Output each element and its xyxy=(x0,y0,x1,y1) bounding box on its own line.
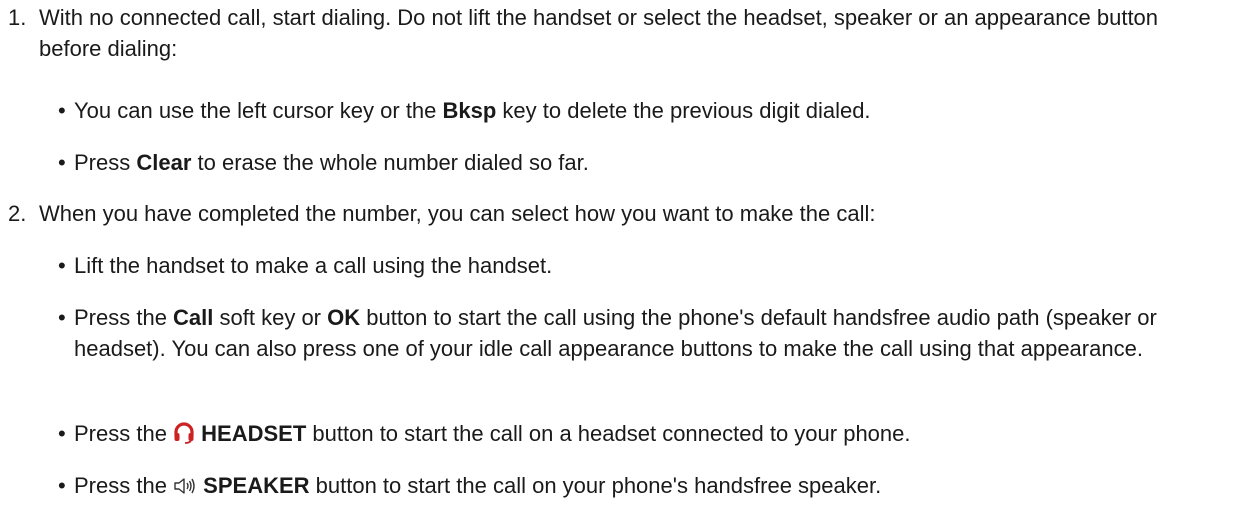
key-name-speaker: SPEAKER xyxy=(203,473,310,498)
bullet-dot: • xyxy=(58,305,66,330)
bullet-dot: • xyxy=(58,253,66,278)
bullet-lift-handset: • Lift the handset to make a call using t… xyxy=(0,250,1219,281)
key-name-clear: Clear xyxy=(136,150,192,175)
bullet-dot: • xyxy=(58,421,66,446)
bullet-speaker: • Press the SPEAKER button to start the c… xyxy=(0,470,1219,504)
key-name-call: Call xyxy=(173,305,214,330)
key-name-bksp: Bksp xyxy=(442,98,497,123)
key-name-ok: OK xyxy=(327,305,361,330)
bullet-call-softkey: • Press the Call soft key or OK button to… xyxy=(0,302,1219,364)
step-number: 1. xyxy=(8,5,27,30)
headset-icon xyxy=(173,421,195,452)
bullet-clear: • Press Clear to erase the whole number d… xyxy=(0,147,1219,178)
key-name-headset: HEADSET xyxy=(201,421,307,446)
instructions-document: 1. With no connected call, start dialing… xyxy=(0,0,1236,508)
bullet-dot: • xyxy=(58,150,66,175)
step-number: 2. xyxy=(8,201,27,226)
step-text: With no connected call, start dialing. D… xyxy=(39,5,1159,61)
step-1: 1. With no connected call, start dialing… xyxy=(0,2,1219,64)
bullet-dot: • xyxy=(58,473,66,498)
step-2: 2. When you have completed the number, y… xyxy=(0,198,1219,229)
bullet-bksp: • You can use the left cursor key or the … xyxy=(0,95,1219,126)
bullet-dot: • xyxy=(58,98,66,123)
step-text: When you have completed the number, you … xyxy=(39,201,876,226)
speaker-icon xyxy=(173,473,197,504)
bullet-headset: • Press the HEADSET button to start the c… xyxy=(0,418,1219,452)
